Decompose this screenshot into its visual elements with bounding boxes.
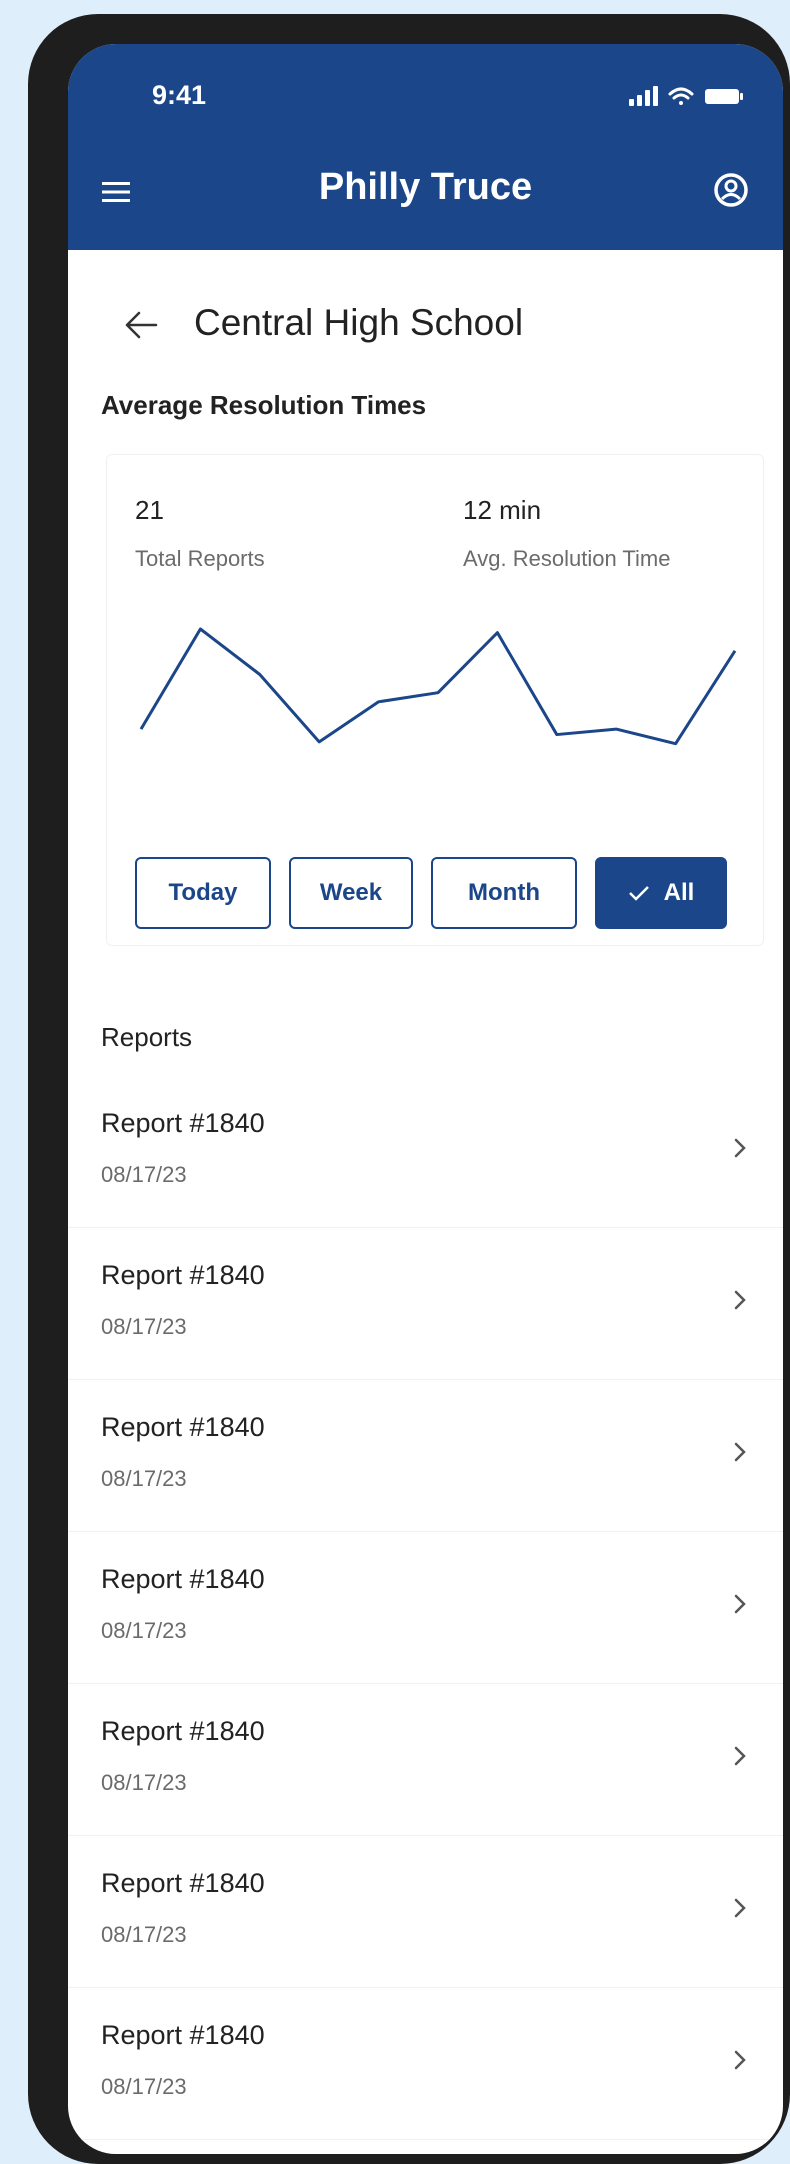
reports-heading: Reports [101,1022,192,1053]
check-icon [628,884,650,902]
chevron-right-icon [733,1440,747,1464]
chevron-right-icon [733,2048,747,2072]
app-title: Philly Truce [68,166,783,209]
app-bar: 9:41 [68,44,783,250]
filter-week-button[interactable]: Week [289,857,413,929]
wifi-icon [670,89,692,105]
account-icon[interactable] [713,172,749,208]
report-date: 08/17/23 [101,1922,187,1948]
report-date: 08/17/23 [101,1618,187,1644]
report-name: Report #1840 [101,1868,265,1899]
report-name: Report #1840 [101,1412,265,1443]
chevron-right-icon [733,1744,747,1768]
report-date: 08/17/23 [101,2074,187,2100]
summary-card: 21 Total Reports 12 min Avg. Resolution … [106,454,764,946]
time-filter-group: Today Week Month All [135,857,735,929]
phone-frame: 9:41 [28,14,790,2164]
report-row[interactable]: Report #1840 08/17/23 [68,1380,783,1532]
chevron-right-icon [733,1896,747,1920]
report-list: Report #1840 08/17/23 Report #1840 08/17/23… [68,1076,783,2140]
total-reports-label: Total Reports [135,546,265,572]
chevron-right-icon [733,1136,747,1160]
back-arrow-icon[interactable] [124,310,158,340]
report-name: Report #1840 [101,1564,265,1595]
avg-resolution-value: 12 min [463,495,670,526]
report-row[interactable]: Report #1840 08/17/23 [68,1228,783,1380]
report-name: Report #1840 [101,1716,265,1747]
report-name: Report #1840 [101,2020,265,2051]
resolution-line-chart [107,595,763,855]
report-row[interactable]: Report #1840 08/17/23 [68,1836,783,1988]
report-date: 08/17/23 [101,1770,187,1796]
signal-icon [629,86,658,106]
report-name: Report #1840 [101,1108,265,1139]
report-date: 08/17/23 [101,1162,187,1188]
report-row[interactable]: Report #1840 08/17/23 [68,1076,783,1228]
chevron-right-icon [733,1592,747,1616]
total-reports-value: 21 [135,495,265,526]
battery-icon [705,89,743,104]
filter-label: All [664,879,695,907]
app-screen: 9:41 [68,44,783,2154]
filter-month-button[interactable]: Month [431,857,577,929]
report-name: Report #1840 [101,1260,265,1291]
avg-resolution-label: Avg. Resolution Time [463,546,670,572]
total-reports-stat: 21 Total Reports [135,495,265,572]
report-date: 08/17/23 [101,1314,187,1340]
report-row[interactable]: Report #1840 08/17/23 [68,1684,783,1836]
report-date: 08/17/23 [101,1466,187,1492]
avg-resolution-stat: 12 min Avg. Resolution Time [463,495,670,572]
filter-label: Today [169,879,238,907]
report-row[interactable]: Report #1840 08/17/23 [68,1988,783,2140]
chart-series-line [141,629,735,744]
filter-label: Month [468,879,540,907]
chevron-right-icon [733,1288,747,1312]
page-title: Central High School [194,302,523,344]
status-icons [629,84,747,108]
summary-heading: Average Resolution Times [101,390,426,421]
report-row[interactable]: Report #1840 08/17/23 [68,1532,783,1684]
filter-today-button[interactable]: Today [135,857,271,929]
status-time: 9:41 [152,80,206,111]
filter-all-button[interactable]: All [595,857,727,929]
filter-label: Week [320,879,382,907]
